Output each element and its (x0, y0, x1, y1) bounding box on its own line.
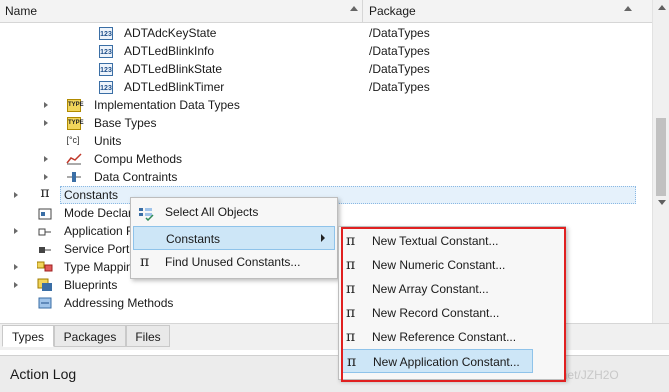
tree-row-package: /DataTypes (369, 62, 430, 76)
expand-chevron-icon[interactable] (44, 174, 48, 180)
context-menu: Select All Objects Constants π Find Unus… (130, 197, 338, 279)
tree-row[interactable]: Compu Methods (0, 150, 650, 168)
menu-item-select-all[interactable]: Select All Objects (131, 200, 337, 224)
vertical-scrollbar[interactable] (652, 0, 669, 323)
expand-chevron-icon[interactable] (44, 102, 48, 108)
tree-row-label: Service Port (64, 242, 130, 256)
package-column-header[interactable]: Package (364, 0, 652, 22)
scroll-down-icon[interactable] (658, 200, 666, 205)
expand-chevron-icon[interactable] (14, 192, 18, 198)
type-icon: TYPE (67, 117, 84, 130)
pi-constant-icon: π (40, 185, 50, 201)
constant-123-icon: 123 (99, 81, 113, 94)
units-icon: [°c] (66, 135, 80, 145)
menu-item-label: Constants (166, 232, 221, 246)
tree-row-label: Data Contraints (94, 170, 178, 184)
tree-row[interactable]: Data Contraints (0, 168, 650, 186)
expand-chevron-icon[interactable] (14, 228, 18, 234)
tree-row-label: Addressing Methods (64, 296, 174, 310)
tab-label: Files (135, 330, 161, 344)
tree-row-label: ADTAdcKeyState (124, 26, 217, 40)
scroll-up-icon[interactable] (658, 5, 666, 10)
pi-constant-icon: π (140, 254, 150, 270)
tree-row-label: Compu Methods (94, 152, 183, 166)
sort-ascending-icon[interactable] (624, 6, 632, 11)
tree-row[interactable]: TYPE Implementation Data Types (0, 96, 650, 114)
tree-row[interactable]: 123 ADTLedBlinkState /DataTypes (0, 60, 650, 78)
red-highlight-box (341, 227, 566, 382)
tree-row[interactable]: 123 ADTLedBlinkTimer /DataTypes (0, 78, 650, 96)
tree-row-label: Constants (64, 188, 119, 202)
action-log-title: Action Log (10, 366, 77, 382)
tab-types[interactable]: Types (2, 325, 54, 347)
constant-123-icon: 123 (99, 45, 113, 58)
menu-item-label: Select All Objects (165, 205, 259, 219)
tree-row[interactable]: 123 ADTLedBlinkInfo /DataTypes (0, 42, 650, 60)
name-column-header[interactable]: Name (0, 0, 363, 22)
name-column-label: Name (5, 4, 38, 18)
tab-label: Types (11, 330, 44, 344)
tree-row[interactable]: [°c] Units (0, 132, 650, 150)
tree-row-package: /DataTypes (369, 26, 430, 40)
constant-123-icon: 123 (99, 27, 113, 40)
tree-row-label: ADTLedBlinkInfo (124, 44, 215, 58)
tree-row-label: Base Types (94, 116, 157, 130)
tree-row-label: ADTLedBlinkState (124, 62, 223, 76)
tab-label: Packages (63, 330, 117, 344)
expand-chevron-icon[interactable] (14, 282, 18, 288)
addressing-method-icon (37, 296, 53, 315)
tree-row-label: Implementation Data Types (94, 98, 240, 112)
tree-row-label: Mode Declar (64, 206, 133, 220)
menu-item-label: Find Unused Constants... (165, 255, 301, 269)
tree-row-label: Blueprints (64, 278, 118, 292)
sort-ascending-icon[interactable] (350, 6, 358, 11)
expand-chevron-icon[interactable] (44, 156, 48, 162)
tree-row-package: /DataTypes (369, 80, 430, 94)
tree-row-label: ADTLedBlinkTimer (124, 80, 225, 94)
tree-row-label: Units (94, 134, 122, 148)
expand-chevron-icon[interactable] (14, 264, 18, 270)
tree-row[interactable]: TYPE Base Types (0, 114, 650, 132)
column-header: Name Package (0, 0, 652, 23)
constant-123-icon: 123 (99, 63, 113, 76)
tree-row-label: Application F (64, 224, 134, 238)
menu-item-find-unused[interactable]: π Find Unused Constants... (131, 250, 337, 274)
type-icon: TYPE (67, 99, 84, 112)
tree-row[interactable]: 123 ADTAdcKeyState /DataTypes (0, 24, 650, 42)
tree-row-package: /DataTypes (369, 44, 430, 58)
tree-row-label: Type Mappin (64, 260, 133, 274)
package-column-label: Package (369, 4, 416, 18)
menu-item-constants[interactable]: Constants (133, 226, 335, 250)
submenu-arrow-icon (321, 234, 325, 242)
expand-chevron-icon[interactable] (44, 120, 48, 126)
tab-files[interactable]: Files (126, 325, 170, 347)
tab-packages[interactable]: Packages (54, 325, 126, 347)
scrollbar-thumb[interactable] (656, 118, 666, 196)
action-log-panel: Action Log https://blog.csdn.net/JZH2O (0, 355, 669, 392)
